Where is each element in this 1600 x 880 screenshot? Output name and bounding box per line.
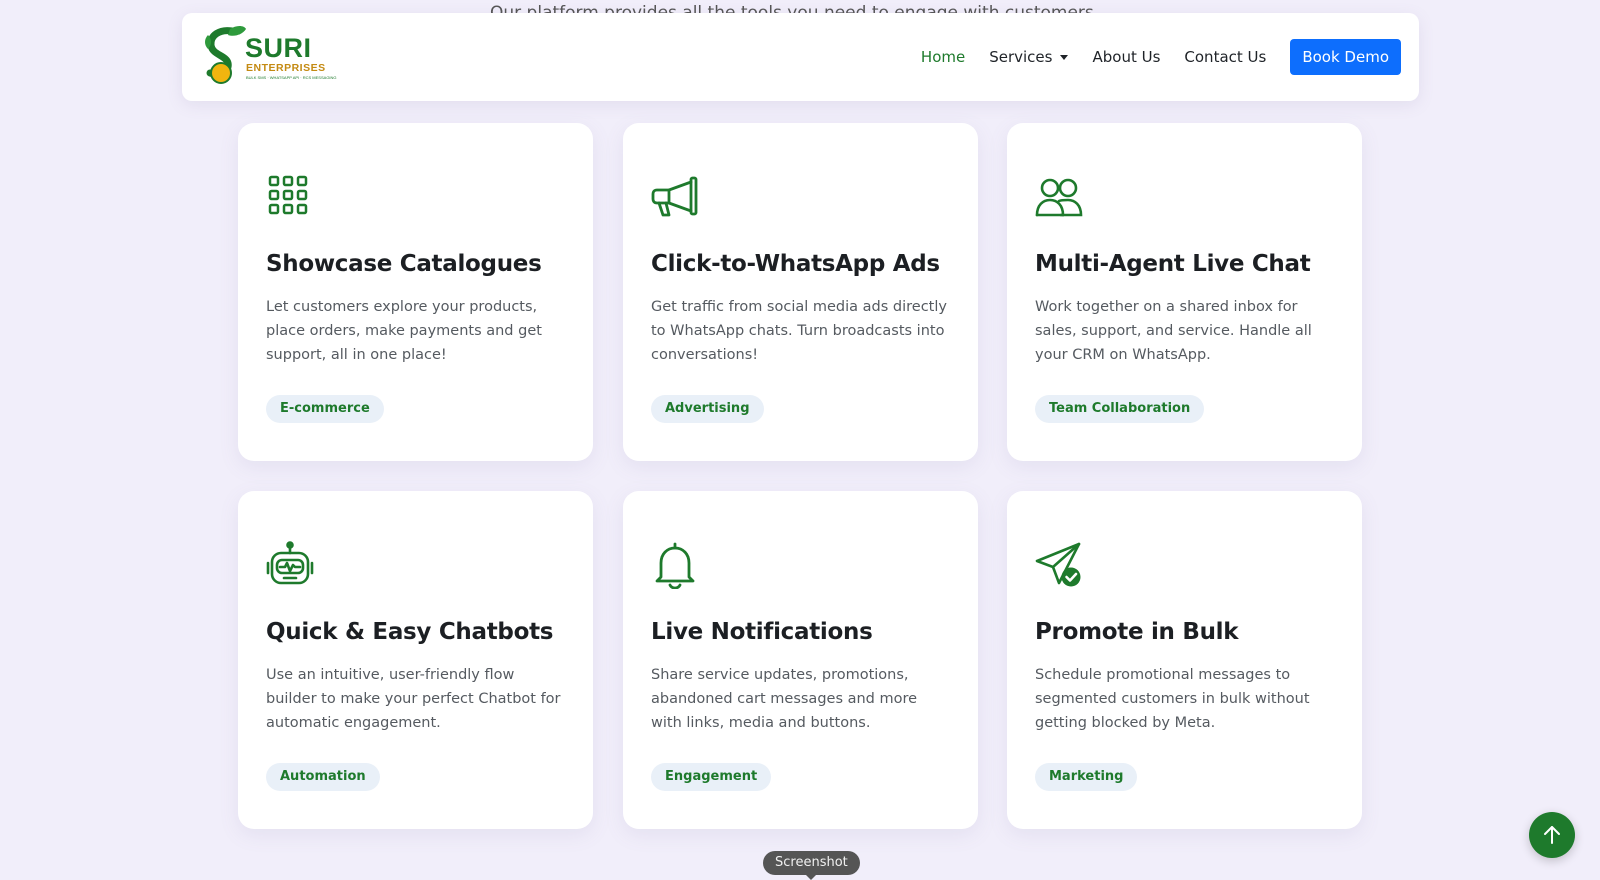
top-navbar: SURI ENTERPRISES BULK SMS · WHATSAPP API… <box>182 13 1419 101</box>
nav-menu: Home Services About Us Contact Us Book D… <box>921 39 1401 75</box>
megaphone-icon <box>651 176 698 217</box>
feature-description: Get traffic from social media ads direct… <box>651 299 947 363</box>
book-demo-button[interactable]: Book Demo <box>1290 39 1401 75</box>
scroll-to-top-button[interactable] <box>1529 812 1575 858</box>
feature-description: Let customers explore your products, pla… <box>266 299 542 363</box>
feature-card: Quick & Easy Chatbots Use an intuitive, … <box>238 491 593 829</box>
brand-logo[interactable]: SURI ENTERPRISES BULK SMS · WHATSAPP API… <box>202 25 337 89</box>
feature-tag: Marketing <box>1035 763 1138 791</box>
nav-link-contact[interactable]: Contact Us <box>1184 48 1266 66</box>
feature-description: Work together on a shared inbox for sale… <box>1035 299 1312 363</box>
feature-card: Live Notifications Share service updates… <box>623 491 978 829</box>
feature-tag: Automation <box>266 763 380 791</box>
feature-description: Schedule promotional messages to segment… <box>1035 667 1310 731</box>
leaf-s-logo-icon <box>205 26 246 84</box>
robot-icon <box>266 541 314 585</box>
nav-link-about[interactable]: About Us <box>1092 48 1160 66</box>
brand-tagline: BULK SMS · WHATSAPP API · RCS MESSAGING <box>246 75 337 80</box>
feature-title: Quick & Easy Chatbots <box>266 619 554 645</box>
feature-tag: Team Collaboration <box>1035 395 1205 423</box>
feature-title: Live Notifications <box>651 619 873 645</box>
feature-title: Multi-Agent Live Chat <box>1035 251 1311 277</box>
chevron-down-icon <box>1060 54 1069 60</box>
people-icon <box>1035 178 1083 217</box>
feature-title: Click-to-WhatsApp Ads <box>651 251 940 277</box>
nav-link-services[interactable]: Services <box>989 48 1069 66</box>
feature-description: Use an intuitive, user-friendly flow bui… <box>266 667 561 731</box>
bell-icon <box>655 542 695 589</box>
feature-card: Showcase Catalogues Let customers explor… <box>238 123 593 461</box>
brand-name: SURI <box>245 33 312 63</box>
feature-card: Promote in Bulk Schedule promotional mes… <box>1007 491 1362 829</box>
feature-tag: Advertising <box>651 395 764 423</box>
brand-subtitle: ENTERPRISES <box>246 62 326 74</box>
feature-tag: E-commerce <box>266 395 384 423</box>
feature-description: Share service updates, promotions, aband… <box>651 667 918 731</box>
feature-title: Promote in Bulk <box>1035 619 1239 645</box>
screenshot-tooltip: Screenshot <box>763 851 860 880</box>
grid-icon <box>268 175 308 215</box>
feature-card: Multi-Agent Live Chat Work together on a… <box>1007 123 1362 461</box>
arrow-up-icon <box>1544 826 1560 844</box>
feature-title: Showcase Catalogues <box>266 251 542 277</box>
nav-link-home[interactable]: Home <box>921 48 965 66</box>
feature-card: Click-to-WhatsApp Ads Get traffic from s… <box>623 123 978 461</box>
send-check-icon <box>1035 542 1081 587</box>
feature-tag: Engagement <box>651 763 772 791</box>
